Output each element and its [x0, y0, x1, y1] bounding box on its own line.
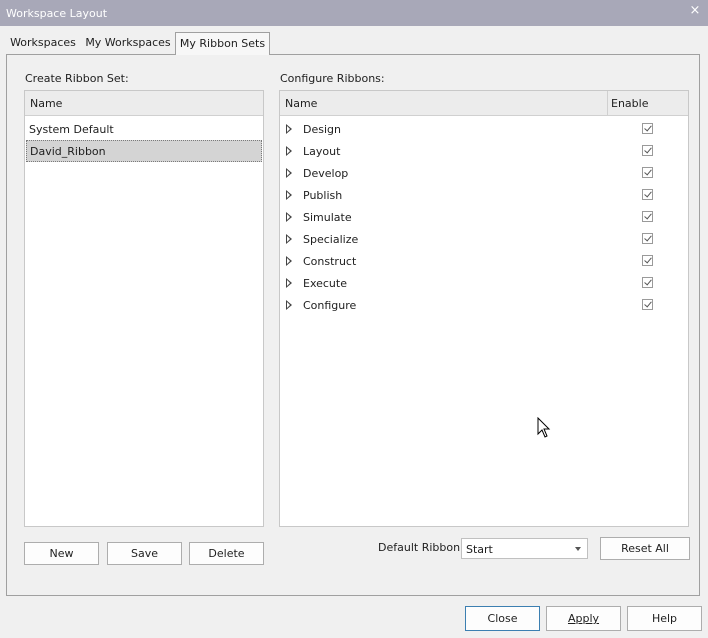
default-ribbon-value: Start	[466, 543, 493, 556]
ribbon-label: Construct	[303, 255, 357, 268]
checkbox-icon[interactable]	[642, 255, 653, 266]
ribbon-label: Configure	[303, 299, 357, 312]
ribbon-row-specialize[interactable]: Specialize	[280, 228, 688, 250]
tab-my-ribbon-sets[interactable]: My Ribbon Sets	[175, 32, 270, 55]
expander-icon[interactable]	[286, 146, 292, 156]
expander-icon[interactable]	[286, 168, 292, 178]
ribbon-label: Specialize	[303, 233, 359, 246]
ribbon-label: Develop	[303, 167, 349, 180]
ribbon-set-list[interactable]: Name System Default David_Ribbon	[24, 90, 264, 527]
configure-ribbons-heading: Configure Ribbons:	[280, 72, 385, 85]
ribbon-label: Publish	[303, 189, 343, 202]
checkbox-icon[interactable]	[642, 233, 653, 244]
list-item-label: David_Ribbon	[30, 145, 106, 158]
ribbon-row-simulate[interactable]: Simulate	[280, 206, 688, 228]
ribbon-row-design[interactable]: Design	[280, 118, 688, 140]
checkbox-icon[interactable]	[642, 189, 653, 200]
ribbon-row-execute[interactable]: Execute	[280, 272, 688, 294]
tab-my-workspaces[interactable]: My Workspaces	[82, 32, 174, 53]
tab-workspaces[interactable]: Workspaces	[6, 32, 80, 53]
ribbon-set-list-header: Name	[25, 91, 263, 116]
help-button[interactable]: Help	[627, 606, 702, 631]
new-button[interactable]: New	[24, 542, 99, 565]
ribbon-row-configure[interactable]: Configure	[280, 294, 688, 316]
expander-icon[interactable]	[286, 124, 292, 134]
ribbon-label: Execute	[303, 277, 347, 290]
expander-icon[interactable]	[286, 190, 292, 200]
checkbox-icon[interactable]	[642, 145, 653, 156]
delete-button[interactable]: Delete	[189, 542, 264, 565]
dropdown-arrow-icon[interactable]	[575, 547, 581, 551]
column-enable-header[interactable]: Enable	[611, 97, 648, 110]
apply-button[interactable]: Apply	[546, 606, 621, 631]
reset-all-button[interactable]: Reset All	[600, 537, 690, 560]
checkbox-icon[interactable]	[642, 211, 653, 222]
expander-icon[interactable]	[286, 256, 292, 266]
ribbon-label: Simulate	[303, 211, 352, 224]
ribbon-config-list-header: Name Enable	[280, 91, 688, 116]
checkbox-icon[interactable]	[642, 277, 653, 288]
ribbon-label: Layout	[303, 145, 341, 158]
save-button[interactable]: Save	[107, 542, 182, 565]
default-ribbon-select[interactable]: Start	[461, 538, 588, 559]
create-ribbon-set-heading: Create Ribbon Set:	[25, 72, 129, 85]
list-item[interactable]: System Default	[25, 118, 263, 140]
ribbon-row-construct[interactable]: Construct	[280, 250, 688, 272]
expander-icon[interactable]	[286, 212, 292, 222]
ribbon-row-publish[interactable]: Publish	[280, 184, 688, 206]
expander-icon[interactable]	[286, 300, 292, 310]
ribbon-config-list[interactable]: Name Enable Design Layout Develop Publis…	[279, 90, 689, 527]
default-ribbon-label: Default Ribbon:	[378, 541, 464, 554]
column-name-header[interactable]: Name	[30, 97, 62, 110]
checkbox-icon[interactable]	[642, 299, 653, 310]
expander-icon[interactable]	[286, 234, 292, 244]
close-button[interactable]: Close	[465, 606, 540, 631]
ribbon-label: Design	[303, 123, 341, 136]
list-item-selected[interactable]: David_Ribbon	[26, 140, 262, 162]
close-icon[interactable]: ×	[687, 3, 703, 19]
expander-icon[interactable]	[286, 278, 292, 288]
window-title: Workspace Layout	[6, 7, 108, 20]
ribbon-row-layout[interactable]: Layout	[280, 140, 688, 162]
mouse-cursor-icon	[537, 417, 551, 438]
checkbox-icon[interactable]	[642, 123, 653, 134]
checkbox-icon[interactable]	[642, 167, 653, 178]
ribbon-row-develop[interactable]: Develop	[280, 162, 688, 184]
list-item-label: System Default	[29, 123, 114, 136]
column-divider[interactable]	[607, 91, 608, 115]
column-name-header[interactable]: Name	[285, 97, 317, 110]
